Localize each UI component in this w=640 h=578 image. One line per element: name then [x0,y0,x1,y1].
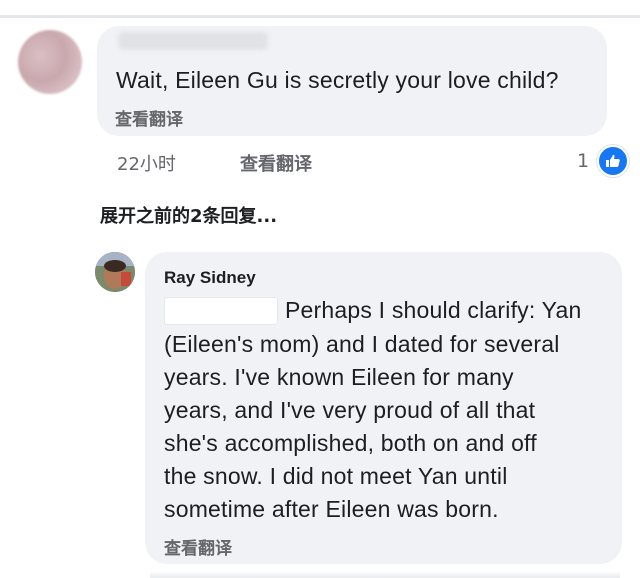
cropped-footer [150,571,620,578]
reply-text-line: sometime after Eileen was born. [164,496,499,522]
thumbs-up-icon[interactable] [597,145,629,177]
reply-text-line: years. I've known Eileen for many [164,364,514,390]
reply-text-line: (Eileen's mom) and I dated for several [164,331,560,357]
comment-timestamp[interactable]: 22小时 [117,150,176,176]
commenter-avatar[interactable] [18,30,82,94]
comment-see-translation-link[interactable]: 查看翻译 [115,105,183,130]
reply-author-avatar[interactable] [95,252,135,292]
expand-previous-replies-link[interactable]: 展开之前的2条回复... [100,202,277,228]
mention-tag-redacted[interactable] [164,297,278,325]
reply-author-name[interactable]: Ray Sidney [164,268,256,288]
comment-translate-action[interactable]: 查看翻译 [240,150,312,176]
reply-text-line: years, and I've very proud of all that [164,397,536,423]
commenter-name-redacted [118,32,268,50]
reply-text-line: the snow. I did not meet Yan until [164,463,508,489]
reply-text-line: she's accomplished, both on and off [164,430,537,456]
reply-text-line: Perhaps I should clarify: Yan [285,297,582,323]
comment-text: Wait, Eileen Gu is secretly your love ch… [116,67,559,93]
top-divider [0,15,640,18]
like-count[interactable]: 1 [577,150,589,172]
reply-see-translation-link[interactable]: 查看翻译 [164,534,232,559]
